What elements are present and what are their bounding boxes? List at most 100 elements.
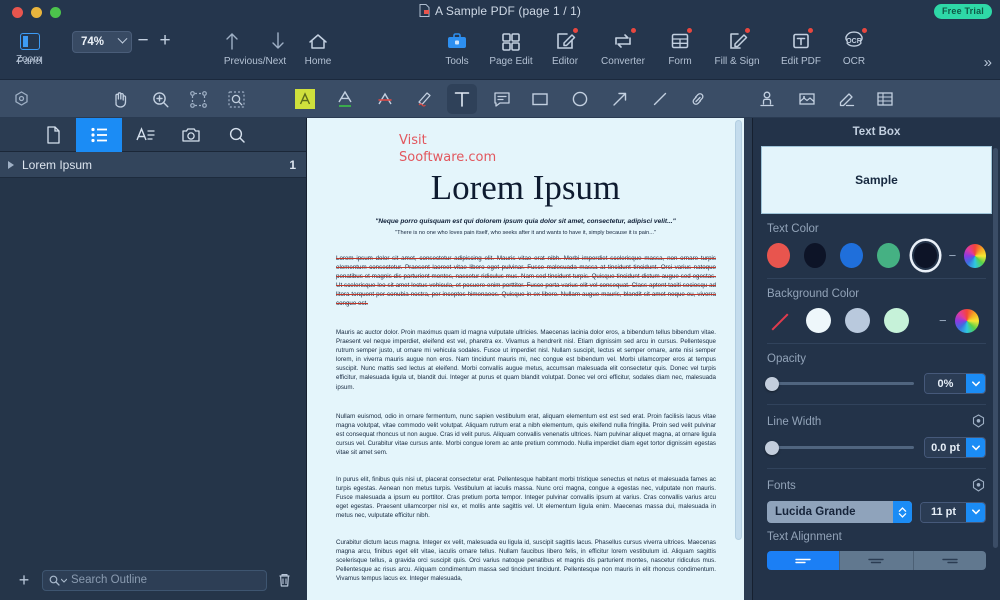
text-color-label: Text Color <box>767 223 819 235</box>
signature-icon[interactable] <box>832 84 862 114</box>
hand-icon[interactable] <box>105 84 135 114</box>
stamp-icon[interactable] <box>752 84 782 114</box>
sidebar-item-search[interactable] <box>214 118 260 152</box>
stepper-arrows-icon[interactable] <box>893 501 912 523</box>
link-icon[interactable] <box>683 84 713 114</box>
search-outline-input[interactable]: Search Outline <box>42 569 267 591</box>
document-paragraph: Nullam euismod, odio in ornare fermentum… <box>336 413 716 457</box>
snapshot-select-icon[interactable] <box>221 84 251 114</box>
sidebar-item-snapshot[interactable] <box>168 118 214 152</box>
rectangle-icon[interactable] <box>525 84 555 114</box>
background-color-section: Background Color − <box>753 279 1000 333</box>
image-icon[interactable] <box>792 84 822 114</box>
align-center-button[interactable] <box>840 551 914 570</box>
opacity-slider-knob[interactable] <box>765 376 779 391</box>
opacity-slider[interactable] <box>765 376 914 391</box>
select-area-icon[interactable] <box>183 84 213 114</box>
strikethrough-icon[interactable] <box>370 84 400 114</box>
fill-sign-button[interactable]: Fill & Sign <box>704 27 770 67</box>
chevron-right-icon[interactable] <box>8 160 14 169</box>
arrow-down-icon[interactable] <box>264 28 292 54</box>
edit-pdf-badge <box>807 27 814 34</box>
free-trial-badge[interactable]: Free Trial <box>933 4 992 19</box>
chevron-down-icon[interactable] <box>966 438 985 457</box>
settings-gear-icon[interactable] <box>6 84 36 114</box>
background-color-minus[interactable]: − <box>939 313 947 328</box>
converter-label: Converter <box>601 56 645 67</box>
add-outline-button[interactable]: + <box>12 570 36 591</box>
zoom-select[interactable]: 74% <box>72 30 132 53</box>
trash-icon[interactable] <box>273 572 295 588</box>
highlight-icon[interactable] <box>290 84 320 114</box>
font-size-stepper[interactable]: 11 pt <box>920 501 986 523</box>
ocr-button[interactable]: OCR OCR <box>832 27 876 67</box>
text-color-swatch-blue[interactable] <box>840 243 864 268</box>
document-viewer[interactable]: Visit Sooftware.com Lorem Ipsum "Neque p… <box>307 118 752 600</box>
line-width-slider[interactable] <box>765 440 914 455</box>
background-color-label: Background Color <box>767 288 860 300</box>
text-box-preview[interactable]: Sample <box>761 146 992 214</box>
sidebar-item-outline[interactable] <box>76 117 122 152</box>
visit-line-1: Visit <box>399 133 427 148</box>
page-edit-button[interactable]: Page Edit <box>482 28 540 67</box>
converter-button[interactable]: Converter <box>590 27 656 67</box>
previous-next-buttons: Previous/Next <box>212 28 298 67</box>
font-controls: Lucida Grande 11 pt <box>767 501 986 523</box>
text-color-swatch-red[interactable] <box>767 243 790 268</box>
text-color-swatch-green[interactable] <box>877 243 900 268</box>
tools-button[interactable]: Tools <box>432 28 482 67</box>
home-button[interactable]: Home <box>296 28 340 67</box>
text-color-minus[interactable]: − <box>949 248 957 263</box>
editor-button[interactable]: Editor <box>540 27 590 67</box>
pdf-page[interactable]: Visit Sooftware.com Lorem Ipsum "Neque p… <box>307 118 744 600</box>
sidebar-item-text[interactable] <box>122 118 168 152</box>
zoom-in-icon[interactable] <box>145 84 175 114</box>
background-color-swatches: − <box>767 308 986 333</box>
text-color-swatch-black[interactable] <box>803 243 827 268</box>
sidebar-item-pages[interactable] <box>30 118 76 152</box>
background-color-swatch-mint[interactable] <box>884 308 909 333</box>
color-wheel-icon[interactable] <box>954 308 979 333</box>
home-label: Home <box>304 56 332 67</box>
document-scrollbar[interactable] <box>735 120 742 540</box>
opacity-stepper[interactable]: 0% <box>924 373 986 394</box>
chevron-down-icon[interactable] <box>966 374 985 393</box>
line-width-slider-knob[interactable] <box>765 440 779 455</box>
arrow-icon[interactable] <box>605 84 635 114</box>
zoom-out-button[interactable]: − <box>132 29 154 53</box>
background-color-swatch-gray[interactable] <box>845 308 870 333</box>
properties-panel-scrollbar[interactable] <box>993 148 998 548</box>
chevron-down-icon[interactable] <box>966 502 985 522</box>
target-icon[interactable] <box>971 478 986 493</box>
page-title: A Sample PDF (page 1 / 1) <box>435 4 581 18</box>
line-icon[interactable] <box>645 84 675 114</box>
text-box-icon[interactable] <box>447 84 477 114</box>
underline-icon[interactable] <box>330 84 360 114</box>
text-alignment-options <box>767 551 986 570</box>
zoom-group: 74% − + <box>72 28 176 53</box>
align-right-button[interactable] <box>913 551 986 570</box>
editor-badge <box>571 27 579 34</box>
arrow-up-icon[interactable] <box>218 28 246 54</box>
color-wheel-icon[interactable] <box>964 243 986 268</box>
squiggly-icon[interactable] <box>410 84 440 114</box>
form-button[interactable]: Form <box>656 27 704 67</box>
toolbar-overflow-button[interactable]: » <box>984 54 992 71</box>
note-comment-icon[interactable] <box>487 84 517 114</box>
outline-item-page: 1 <box>289 157 296 172</box>
properties-panel: Text Box Sample Text Color − Background … <box>752 118 1000 600</box>
background-color-swatch-white[interactable] <box>806 308 831 333</box>
align-left-button[interactable] <box>767 551 841 570</box>
line-width-stepper[interactable]: 0.0 pt <box>924 437 986 458</box>
target-icon[interactable] <box>971 414 986 429</box>
list-item[interactable]: Lorem Ipsum 1 <box>0 152 306 178</box>
ellipse-icon[interactable] <box>565 84 595 114</box>
home-icon <box>307 28 329 54</box>
font-family-select[interactable]: Lucida Grande <box>767 501 912 523</box>
background-color-none[interactable] <box>767 308 792 333</box>
text-color-swatch-selected[interactable] <box>913 243 937 268</box>
edit-pdf-button[interactable]: Edit PDF <box>770 27 832 67</box>
toolbar-actions: Tools Page Edit Editor Converter Form Fi… <box>432 27 876 67</box>
table-icon[interactable] <box>870 84 900 114</box>
zoom-in-button[interactable]: + <box>154 29 176 53</box>
